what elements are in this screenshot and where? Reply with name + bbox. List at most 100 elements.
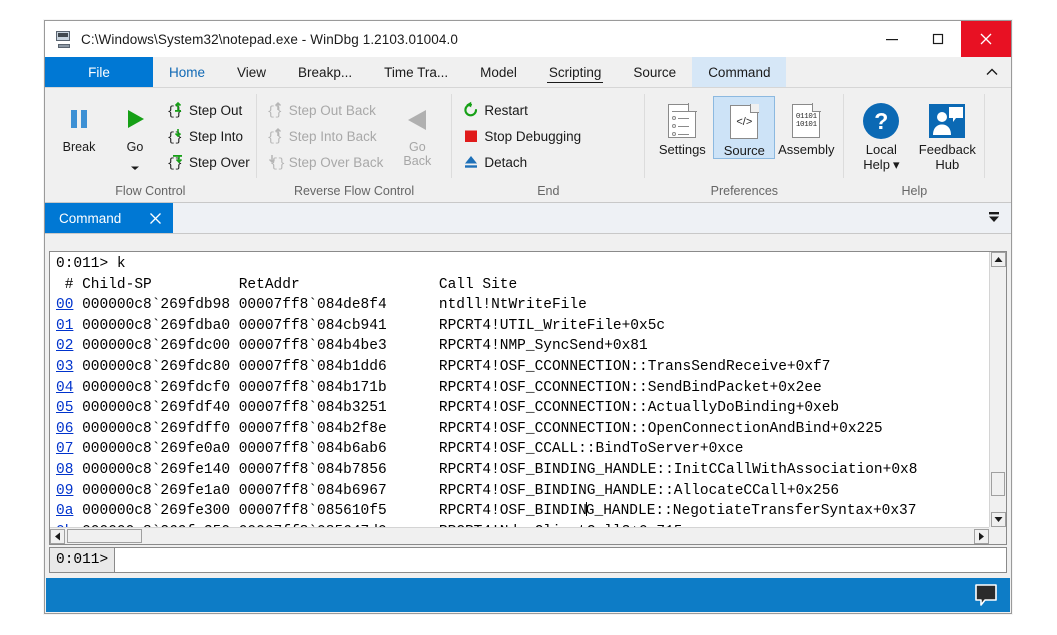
horizontal-scrollbar-thumb[interactable] (67, 529, 142, 543)
restart-button[interactable]: Restart (458, 97, 581, 123)
chevron-up-icon[interactable] (979, 57, 1005, 87)
scroll-right-arrow-icon[interactable] (974, 529, 989, 544)
scroll-down-arrow-icon[interactable] (991, 512, 1006, 527)
frame-index-link[interactable]: 05 (56, 400, 73, 416)
step-over-back-button: {} Step Over Back (263, 149, 384, 175)
output-line-frame: 05 000000c8`269fdf40 00007ff8`084b3251 R… (56, 398, 989, 419)
group-title-flow-control: Flow Control (51, 180, 250, 202)
command-output-scroll-viewport[interactable]: 0:011> k # Child-SP RetAddr Call Site00 … (50, 252, 989, 527)
pause-icon (66, 100, 92, 140)
output-line-frame: 00 000000c8`269fdb98 00007ff8`084de8f4 n… (56, 295, 989, 316)
auto-hide-icon[interactable] (981, 203, 1007, 233)
command-output-panel: 0:011> k # Child-SP RetAddr Call Site00 … (49, 251, 1007, 545)
scroll-left-arrow-icon[interactable] (50, 529, 65, 544)
assembly-glyph-line1: 01101 (796, 113, 817, 121)
svg-text:{}: {} (267, 104, 283, 119)
svg-text:{}: {} (167, 130, 183, 145)
detach-label: Detach (484, 155, 527, 170)
step-out-label: Step Out (189, 103, 242, 118)
ribbon-tab-strip: File Home View Breakp... Time Tra... Mod… (45, 57, 1011, 88)
go-dropdown-caret-icon[interactable] (130, 158, 140, 176)
maximize-button[interactable] (915, 21, 961, 57)
source-code-document-icon: </> (730, 101, 758, 143)
ribbon-tab-model[interactable]: Model (464, 57, 533, 87)
ribbon-tab-time-travel[interactable]: Time Tra... (368, 57, 464, 87)
horizontal-scrollbar[interactable] (50, 527, 989, 544)
step-out-button[interactable]: {} Step Out (163, 97, 250, 123)
assembly-button[interactable]: 01101 10101 Assembly (775, 96, 837, 157)
ribbon-tab-scripting[interactable]: Scripting (533, 57, 618, 87)
window-title: C:\Windows\System32\notepad.exe - WinDbg… (81, 32, 458, 47)
ribbon-tab-source[interactable]: Source (617, 57, 692, 87)
frame-index-link[interactable]: 02 (56, 338, 73, 354)
output-line-frame: 07 000000c8`269fe0a0 00007ff8`084b6ab6 R… (56, 439, 989, 460)
step-over-label: Step Over (189, 155, 250, 170)
group-title-reverse-flow-control: Reverse Flow Control (263, 180, 446, 202)
ribbon-tab-file[interactable]: File (45, 57, 153, 87)
ribbon-group-help: ? Local Help▾ (844, 88, 984, 202)
source-button[interactable]: </> Source (713, 96, 775, 159)
stop-square-icon (458, 127, 484, 145)
ribbon-tab-home[interactable]: Home (153, 57, 221, 87)
status-bar (46, 578, 1010, 612)
scroll-up-arrow-icon[interactable] (991, 252, 1006, 267)
frame-index-link[interactable]: 0a (56, 503, 73, 519)
feedback-hub-button[interactable]: Feedback Hub (916, 96, 978, 172)
step-button-stack: {} Step Out {} Step Into {} (163, 96, 250, 175)
assembly-binary-document-icon: 01101 10101 (792, 100, 820, 142)
frame-index-link[interactable]: 06 (56, 421, 73, 437)
step-out-back-label: Step Out Back (289, 103, 376, 118)
frame-index-link[interactable]: 04 (56, 380, 73, 396)
output-line-frame: 02 000000c8`269fdc00 00007ff8`084b4be3 R… (56, 336, 989, 357)
frame-index-link[interactable]: 09 (56, 483, 73, 499)
text-cursor (586, 502, 587, 516)
document-tab-label: Command (59, 211, 121, 226)
group-title-preferences: Preferences (651, 180, 837, 202)
step-over-icon: {} (163, 152, 189, 172)
output-line-frame: 03 000000c8`269fdc80 00007ff8`084b1dd6 R… (56, 357, 989, 378)
close-button[interactable] (961, 21, 1011, 57)
title-bar: C:\Windows\System32\notepad.exe - WinDbg… (45, 21, 1011, 57)
settings-button[interactable]: Settings (651, 96, 713, 157)
frame-index-link[interactable]: 03 (56, 359, 73, 375)
command-output-text: 0:011> k # Child-SP RetAddr Call Site00 … (50, 252, 989, 527)
command-prompt-bar: 0:011> (49, 547, 1007, 573)
go-button[interactable]: Go (107, 96, 163, 176)
output-line-header: # Child-SP RetAddr Call Site (56, 275, 989, 296)
end-stack: Restart Stop Debugging Det (458, 96, 581, 175)
document-tab-command[interactable]: Command (45, 203, 173, 233)
feedback-bubble-icon[interactable] (972, 582, 1000, 608)
frame-index-link[interactable]: 00 (56, 297, 73, 313)
ribbon-tab-command[interactable]: Command (692, 57, 786, 87)
svg-text:{}: {} (167, 156, 183, 171)
output-line-frame: 04 000000c8`269fdcf0 00007ff8`084b171b R… (56, 378, 989, 399)
step-over-back-icon: {} (263, 152, 289, 172)
stop-debugging-button[interactable]: Stop Debugging (458, 123, 581, 149)
ribbon-body: Break Go {} (45, 88, 1011, 203)
vertical-scrollbar[interactable] (989, 252, 1006, 527)
desktop-background: C:\Windows\System32\notepad.exe - WinDbg… (0, 0, 1057, 635)
stop-debugging-label: Stop Debugging (484, 129, 581, 144)
feedback-hub-label-line2: Hub (935, 157, 959, 172)
close-icon[interactable] (147, 210, 163, 226)
frame-index-link[interactable]: 07 (56, 441, 73, 457)
break-button[interactable]: Break (51, 96, 107, 154)
local-help-dropdown-caret-icon[interactable]: ▾ (893, 157, 900, 172)
minimize-button[interactable] (869, 21, 915, 57)
output-line-frame: 06 000000c8`269fdff0 00007ff8`084b2f8e R… (56, 419, 989, 440)
frame-index-link[interactable]: 01 (56, 318, 73, 334)
frame-index-link[interactable]: 08 (56, 462, 73, 478)
step-into-back-label: Step Into Back (289, 129, 377, 144)
output-line-frame: 01 000000c8`269fdba0 00007ff8`084cb941 R… (56, 316, 989, 337)
output-line-frame: 08 000000c8`269fe140 00007ff8`084b7856 R… (56, 460, 989, 481)
step-over-button[interactable]: {} Step Over (163, 149, 250, 175)
ribbon-tab-breakpoints[interactable]: Breakp... (282, 57, 368, 87)
step-into-back-icon: {} (263, 126, 289, 146)
step-into-button[interactable]: {} Step Into (163, 123, 250, 149)
vertical-scrollbar-thumb[interactable] (991, 472, 1005, 496)
ribbon-tab-view[interactable]: View (221, 57, 282, 87)
detach-button[interactable]: Detach (458, 149, 581, 175)
local-help-button[interactable]: ? Local Help▾ (850, 96, 912, 172)
command-input[interactable] (114, 547, 1007, 573)
restart-icon (458, 101, 484, 119)
